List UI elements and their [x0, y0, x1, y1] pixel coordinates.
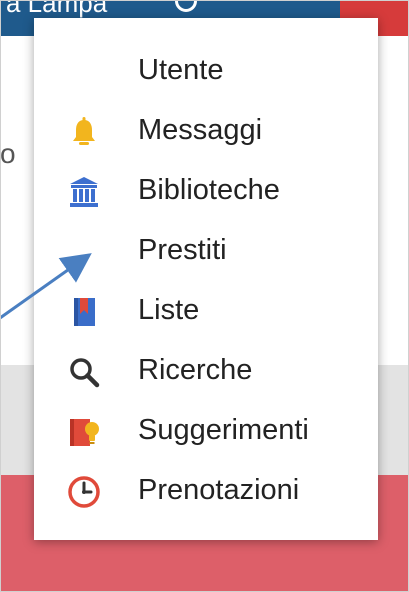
book-lightbulb-icon: [66, 414, 102, 450]
menu-item-suggerimenti[interactable]: Suggerimenti: [34, 400, 378, 460]
menu-item-label: Liste: [138, 294, 200, 326]
user-dropdown-menu: Utente Messaggi Biblioteche Prestiti Lis…: [34, 18, 378, 540]
menu-item-label: Utente: [138, 54, 224, 86]
search-icon: [66, 354, 102, 390]
menu-item-label: Suggerimenti: [138, 414, 309, 446]
menu-item-liste[interactable]: Liste: [34, 280, 378, 340]
header-circle-icon: [175, 0, 197, 12]
menu-item-biblioteche[interactable]: Biblioteche: [34, 160, 378, 220]
menu-item-label: Messaggi: [138, 114, 263, 146]
menu-item-ricerche[interactable]: Ricerche: [34, 340, 378, 400]
menu-item-prestiti[interactable]: Prestiti: [34, 220, 378, 280]
menu-item-prenotazioni[interactable]: Prenotazioni: [34, 460, 378, 520]
header-title: a Lampa: [6, 0, 108, 18]
bookmark-book-icon: [66, 294, 102, 330]
library-icon: [66, 174, 102, 210]
bell-icon: [66, 114, 102, 150]
menu-item-messaggi[interactable]: Messaggi: [34, 100, 378, 160]
clock-icon: [66, 474, 102, 510]
menu-item-utente[interactable]: Utente: [34, 40, 378, 100]
menu-item-label: Prestiti: [138, 234, 227, 266]
background-partial-text: o: [0, 138, 16, 169]
menu-item-label: Prenotazioni: [138, 474, 300, 506]
menu-item-label: Ricerche: [138, 354, 253, 386]
menu-item-label: Biblioteche: [138, 174, 280, 206]
